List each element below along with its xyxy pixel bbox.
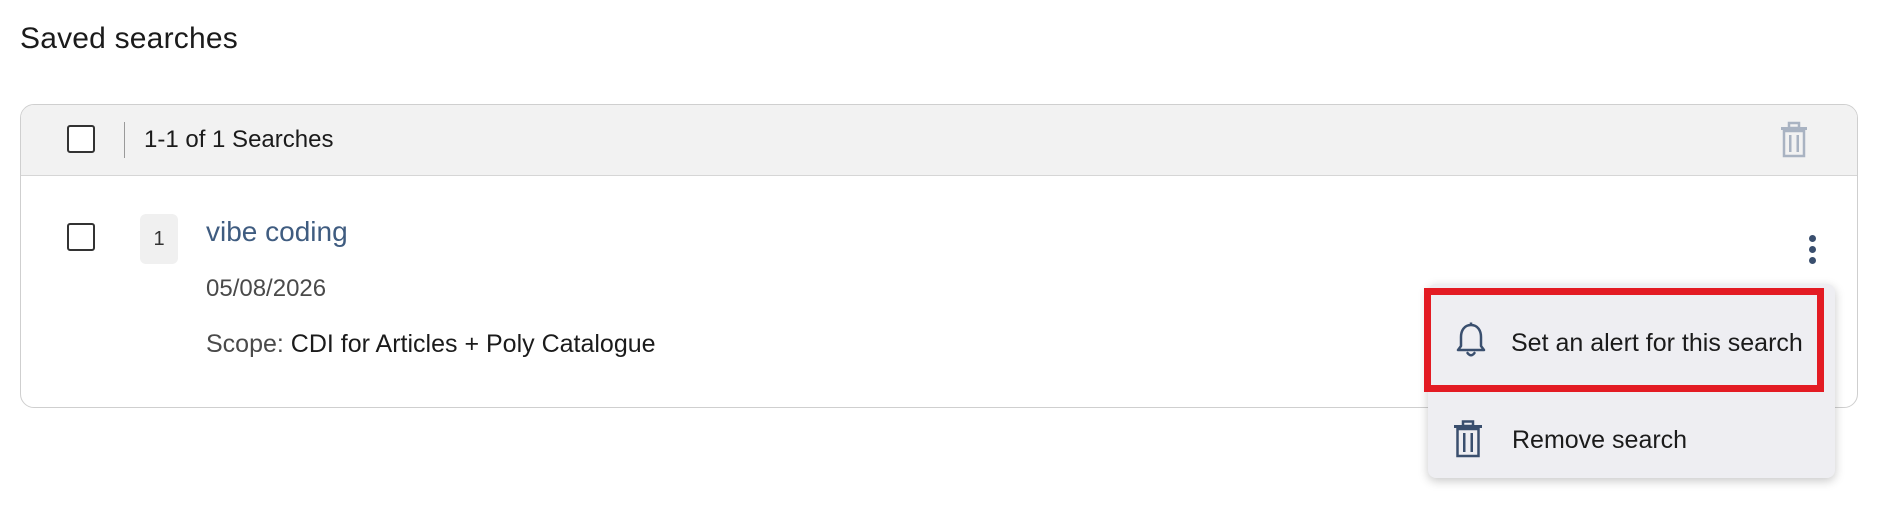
row-checkbox[interactable] — [67, 223, 95, 251]
bell-icon — [1456, 322, 1486, 357]
scope-label: Scope: — [206, 330, 284, 358]
saved-search-link[interactable]: vibe coding — [206, 216, 348, 248]
trash-icon — [1781, 121, 1807, 158]
row-actions-menu: Set an alert for this search Remove sear… — [1424, 284, 1835, 478]
menu-item-label: Remove search — [1512, 426, 1688, 454]
saved-search-date: 05/08/2026 — [206, 275, 327, 302]
delete-selected-button[interactable] — [1775, 121, 1813, 159]
page-title: Saved searches — [20, 22, 238, 55]
scope-value: CDI for Articles + Poly Catalogue — [290, 330, 656, 358]
select-all-checkbox[interactable] — [67, 125, 95, 153]
row-actions-button[interactable] — [1797, 229, 1827, 269]
header-divider — [124, 122, 125, 158]
saved-search-scope: Scope: CDI for Articles + Poly Catalogue — [206, 330, 656, 359]
results-count: 1-1 of 1 Searches — [144, 126, 334, 153]
menu-item-label: Set an alert for this search — [1511, 329, 1803, 357]
list-header: 1-1 of 1 Searches — [21, 105, 1857, 176]
kebab-menu-icon — [1808, 234, 1816, 264]
trash-icon — [1454, 420, 1482, 458]
menu-item-set-alert[interactable]: Set an alert for this search — [1424, 288, 1824, 392]
menu-item-remove-search[interactable]: Remove search — [1428, 400, 1835, 484]
row-index: 1 — [140, 214, 178, 264]
